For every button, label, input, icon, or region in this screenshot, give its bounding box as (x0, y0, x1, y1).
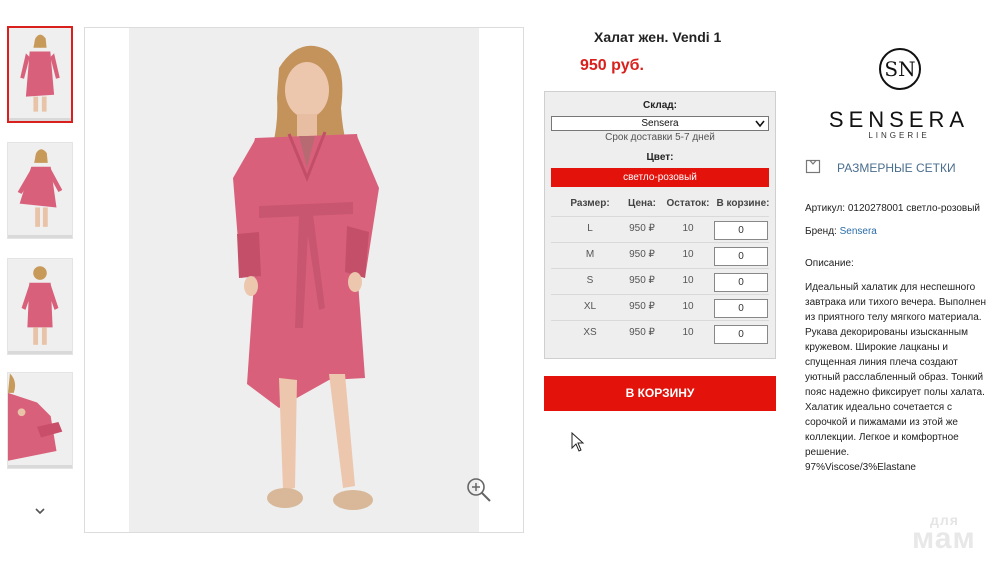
thumbnail-underline (8, 235, 72, 238)
product-title: Халат жен. Vendi 1 (594, 29, 722, 45)
quantity-input[interactable]: 0 (714, 273, 768, 292)
size-charts-label: РАЗМЕРНЫЕ СЕТКИ (837, 161, 956, 175)
row-stock: 10 (682, 223, 694, 234)
brand-monogram-icon: SN (879, 48, 921, 90)
product-price: 950 руб. (580, 57, 644, 74)
mouse-cursor-icon (571, 432, 585, 452)
description-line: завтрака или тихого вечера. Выполнен (805, 297, 986, 308)
main-product-image[interactable] (84, 27, 524, 533)
chevron-down-icon (755, 120, 765, 128)
size-table: Размер: Цена: Остаток: В корзине: L 950 … (551, 192, 770, 346)
description-line: Рукава декорированы изысканным (805, 327, 968, 338)
row-price: 950 ₽ (629, 275, 655, 286)
thumbnail-photo-front (9, 28, 71, 121)
svg-text:SN: SN (884, 57, 915, 81)
delivery-time: Срок доставки 5-7 дней (605, 132, 715, 143)
row-size: L (587, 223, 593, 234)
description-line: сорочкой и пижамами из этой же (805, 417, 958, 428)
description-label: Описание: (805, 258, 854, 269)
thumbnail-photo-detail (8, 373, 72, 468)
row-stock: 10 (682, 327, 694, 338)
model-in-robe-photo (233, 45, 379, 510)
description-line: из приятного телу мягкого материала. (805, 312, 982, 323)
thumbnail-underline (8, 465, 72, 468)
product-description: Идеальный халатик для неспешного завтрак… (805, 280, 997, 475)
brand-label: Бренд: (805, 226, 837, 237)
chevron-down-icon[interactable] (33, 504, 47, 518)
article-line: Артикул: 0120278001 светло-розовый (805, 201, 980, 216)
table-row: L 950 ₽ 10 0 (551, 216, 769, 242)
description-line: пояс надежно фиксирует полы халата. (805, 387, 985, 398)
row-price: 950 ₽ (629, 301, 655, 312)
quantity-input[interactable]: 0 (714, 221, 768, 240)
thumbnail-underline (8, 351, 72, 354)
description-line: Халатик идеально сочетается с (805, 402, 952, 413)
header-stock: Остаток: (666, 198, 710, 209)
color-option-button[interactable]: светло-розовый (551, 168, 769, 187)
article-label: Артикул: (805, 203, 846, 214)
table-row: M 950 ₽ 10 0 (551, 242, 769, 268)
row-size: XL (583, 301, 597, 312)
color-label: Цвет: (646, 152, 674, 163)
warehouse-label: Склад: (643, 100, 677, 111)
watermark-bottom: мам (912, 522, 976, 555)
warehouse-select-value: Sensera (641, 118, 679, 129)
header-size: Размер: (570, 198, 610, 209)
brand-link[interactable]: Sensera (840, 226, 877, 237)
header-cart: В корзине: (716, 198, 770, 209)
header-price: Цена: (628, 198, 656, 209)
row-size: S (586, 275, 594, 286)
description-line: уютный расслабленный образ. Тонкий (805, 372, 984, 383)
description-line: коллекции. Легкое и комфортное (805, 432, 959, 443)
stock-panel: Склад: Sensera Срок доставки 5-7 дней Цв… (544, 91, 776, 359)
thumbnail-photo-side (8, 143, 72, 238)
table-row: S 950 ₽ 10 0 (551, 268, 769, 294)
table-row: XL 950 ₽ 10 0 (551, 294, 769, 320)
warehouse-select[interactable]: Sensera (551, 116, 769, 131)
thumbnail-photo-back (8, 259, 72, 354)
description-line: спущенная линия плеча создают (805, 357, 958, 368)
thumbnail-4[interactable] (7, 372, 73, 469)
article-value: 0120278001 светло-розовый (847, 203, 980, 214)
quantity-input[interactable]: 0 (714, 325, 768, 344)
thumbnail-underline (9, 118, 71, 121)
description-line: кружевом. Широкие лацканы и (805, 342, 948, 353)
zoom-in-icon[interactable] (465, 476, 493, 504)
thumbnail-2[interactable] (7, 142, 73, 239)
brand-line: Бренд: Sensera (805, 224, 877, 239)
row-price: 950 ₽ (629, 249, 655, 260)
thumbnail-3[interactable] (7, 258, 73, 355)
brand-name: SENSERA (828, 107, 970, 132)
description-line: 97%Viscose/3%Elastane (805, 462, 916, 473)
description-line: решение. (805, 447, 850, 458)
table-row: XS 950 ₽ 10 0 (551, 320, 769, 346)
brand-subtitle: LINGERIE (868, 131, 930, 140)
quantity-input[interactable]: 0 (714, 299, 768, 318)
add-to-cart-button[interactable]: В КОРЗИНУ (544, 376, 776, 411)
size-table-header: Размер: Цена: Остаток: В корзине: (551, 192, 769, 216)
row-size: XS (583, 327, 597, 338)
row-price: 950 ₽ (629, 327, 655, 338)
row-stock: 10 (682, 301, 694, 312)
row-stock: 10 (682, 249, 694, 260)
row-size: M (585, 249, 595, 260)
quantity-input[interactable]: 0 (714, 247, 768, 266)
brand-logo[interactable]: SN SENSERA LINGERIE (824, 47, 974, 143)
thumbnail-1[interactable] (7, 26, 73, 123)
watermark: для мам (912, 512, 992, 555)
hanger-icon (805, 159, 821, 174)
row-price: 950 ₽ (629, 223, 655, 234)
description-line: Идеальный халатик для неспешного (805, 282, 976, 293)
row-stock: 10 (682, 275, 694, 286)
